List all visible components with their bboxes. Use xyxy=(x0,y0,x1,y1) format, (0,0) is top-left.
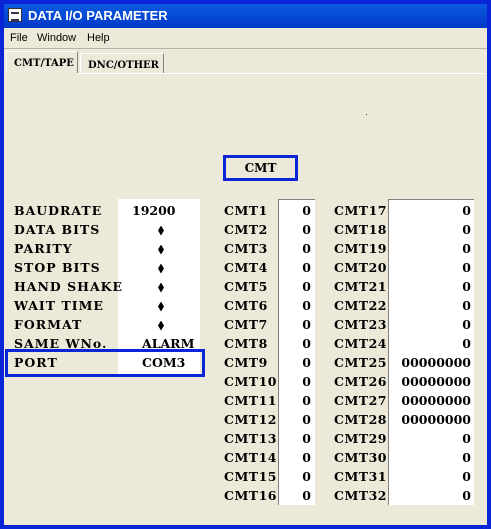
cmt-value[interactable]: 0 xyxy=(281,410,311,429)
cmt-label: CMT3 xyxy=(224,241,268,256)
baudrate-label: BAUDRATE xyxy=(14,203,103,218)
cmt-label: CMT26 xyxy=(334,374,387,389)
cmt-value[interactable]: 0 xyxy=(391,239,471,258)
cmt-value[interactable]: 0 xyxy=(281,391,311,410)
tab-divider xyxy=(78,73,484,74)
cmt-label: CMT18 xyxy=(334,222,387,237)
wait-time-diamond-icon[interactable] xyxy=(158,296,164,315)
data-bits-label: DATA BITS xyxy=(14,222,101,237)
cmt-label: CMT6 xyxy=(224,298,268,313)
cmt-value[interactable]: 0 xyxy=(281,467,311,486)
window-frame-left xyxy=(0,0,4,529)
menu-help[interactable]: Help xyxy=(87,31,110,45)
wait-time-label: WAIT TIME xyxy=(14,298,104,313)
parity-diamond-icon[interactable] xyxy=(158,239,164,258)
cmt-label: CMT21 xyxy=(334,279,387,294)
hand-shake-diamond-icon[interactable] xyxy=(158,277,164,296)
cmt-value[interactable]: 0 xyxy=(391,334,471,353)
cmt-label: CMT22 xyxy=(334,298,387,313)
cmt-label: CMT30 xyxy=(334,450,387,465)
cmt-value[interactable]: 0 xyxy=(391,448,471,467)
cmt-label: CMT1 xyxy=(224,203,268,218)
window-frame-right xyxy=(487,0,491,529)
cmt-label: CMT23 xyxy=(334,317,387,332)
cmt-value[interactable]: 0 xyxy=(281,353,311,372)
cmt-label: CMT31 xyxy=(334,469,387,484)
cmt-label: CMT32 xyxy=(334,488,387,503)
cmt-value[interactable]: 00000000 xyxy=(391,372,471,391)
cmt-value[interactable]: 00000000 xyxy=(391,391,471,410)
cmt-label: CMT13 xyxy=(224,431,277,446)
cmt-label: CMT8 xyxy=(224,336,268,351)
cmt-label: CMT10 xyxy=(224,374,277,389)
cmt-label: CMT16 xyxy=(224,488,277,503)
cmt-label: CMT28 xyxy=(334,412,387,427)
tab-cmt-tape[interactable]: CMT/TAPE xyxy=(6,51,78,73)
menu-bar: File Window Help xyxy=(4,28,487,49)
cmt-label: CMT12 xyxy=(224,412,277,427)
cmt-value[interactable]: 0 xyxy=(391,315,471,334)
cmt-value[interactable]: 0 xyxy=(391,258,471,277)
cmt-label: CMT25 xyxy=(334,355,387,370)
cmt-section-header: CMT xyxy=(223,155,298,181)
cmt-label: CMT9 xyxy=(224,355,268,370)
cmt-label: CMT17 xyxy=(334,203,387,218)
cmt-label: CMT15 xyxy=(224,469,277,484)
cmt-value[interactable]: 0 xyxy=(281,429,311,448)
tab-dnc-other[interactable]: DNC/OTHER xyxy=(80,53,164,73)
app-window: DATA I/O PARAMETER File Window Help CMT/… xyxy=(0,0,491,529)
cmt-value[interactable]: 0 xyxy=(281,201,311,220)
cmt-value[interactable]: 0 xyxy=(281,296,311,315)
cmt-value[interactable]: 0 xyxy=(281,448,311,467)
cmt-value[interactable]: 0 xyxy=(391,201,471,220)
stop-bits-label: STOP BITS xyxy=(14,260,101,275)
format-diamond-icon[interactable] xyxy=(158,315,164,334)
cmt-value[interactable]: 00000000 xyxy=(391,353,471,372)
app-icon xyxy=(8,8,22,22)
cmt-value[interactable]: 0 xyxy=(281,372,311,391)
stray-dot xyxy=(366,114,367,115)
menu-window[interactable]: Window xyxy=(37,31,76,45)
cmt-value[interactable]: 0 xyxy=(391,220,471,239)
title-bar[interactable]: DATA I/O PARAMETER xyxy=(4,4,487,28)
cmt-value[interactable]: 0 xyxy=(281,486,311,505)
cmt-label: CMT19 xyxy=(334,241,387,256)
cmt-value[interactable]: 0 xyxy=(281,258,311,277)
cmt-label: CMT14 xyxy=(224,450,277,465)
cmt-label: CMT7 xyxy=(224,317,268,332)
cmt-value[interactable]: 0 xyxy=(391,296,471,315)
format-label: FORMAT xyxy=(14,317,83,332)
cmt-label: CMT29 xyxy=(334,431,387,446)
cmt-value[interactable]: 00000000 xyxy=(391,410,471,429)
cmt-label: CMT27 xyxy=(334,393,387,408)
cmt-value[interactable]: 0 xyxy=(391,429,471,448)
baudrate-value[interactable]: 19200 xyxy=(132,201,176,220)
cmt-label: CMT24 xyxy=(334,336,387,351)
cmt-value[interactable]: 0 xyxy=(391,486,471,505)
cmt-value[interactable]: 0 xyxy=(391,467,471,486)
menu-file[interactable]: File xyxy=(10,31,28,45)
hand-shake-label: HAND SHAKE xyxy=(14,279,124,294)
stop-bits-diamond-icon[interactable] xyxy=(158,258,164,277)
cmt-label: CMT2 xyxy=(224,222,268,237)
data-bits-diamond-icon[interactable] xyxy=(158,220,164,239)
cmt-label: CMT11 xyxy=(224,393,277,408)
cmt-value[interactable]: 0 xyxy=(281,315,311,334)
cmt-label: CMT5 xyxy=(224,279,268,294)
window-title: DATA I/O PARAMETER xyxy=(28,8,168,23)
window-frame-bottom xyxy=(0,525,491,529)
cmt-label: CMT4 xyxy=(224,260,268,275)
cmt-label: CMT20 xyxy=(334,260,387,275)
cmt-value[interactable]: 0 xyxy=(281,239,311,258)
parity-label: PARITY xyxy=(14,241,73,256)
cmt-value[interactable]: 0 xyxy=(391,277,471,296)
port-highlight-box xyxy=(5,349,205,377)
cmt-value[interactable]: 0 xyxy=(281,334,311,353)
cmt-value[interactable]: 0 xyxy=(281,277,311,296)
cmt-value[interactable]: 0 xyxy=(281,220,311,239)
